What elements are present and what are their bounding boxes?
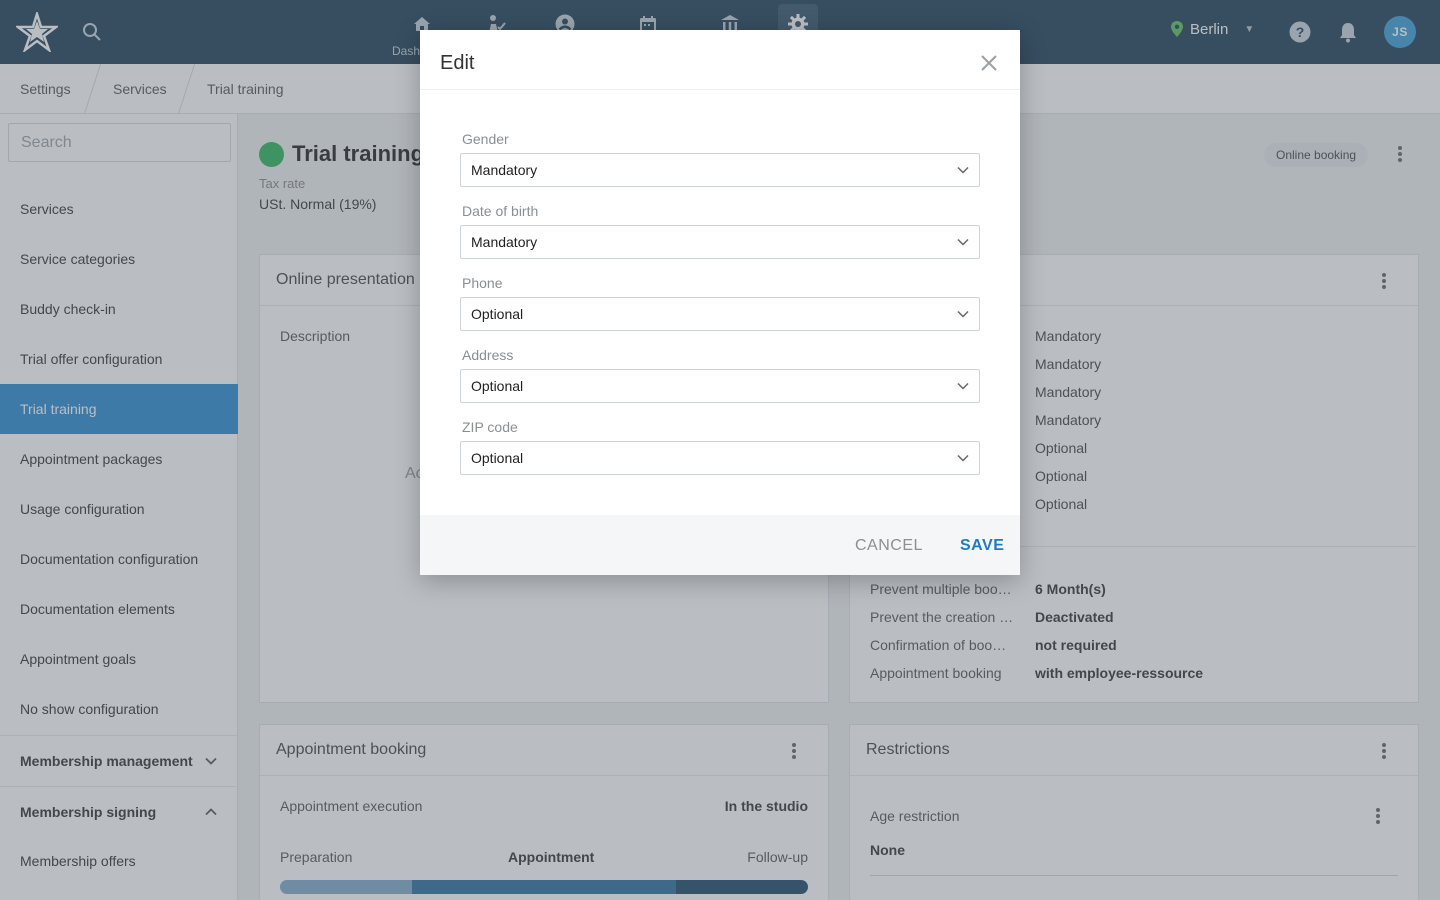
address-select-value: Optional — [471, 378, 524, 394]
save-button[interactable]: SAVE — [960, 537, 1004, 555]
chevron-down-icon — [957, 238, 969, 246]
zip-code-select-value: Optional — [471, 450, 524, 466]
date-of-birth-label: Date of birth — [462, 203, 539, 219]
address-label: Address — [462, 347, 514, 363]
cancel-button[interactable]: CANCEL — [855, 537, 923, 555]
chevron-down-icon — [957, 454, 969, 462]
chevron-down-icon — [957, 310, 969, 318]
dialog-title: Edit — [440, 52, 475, 74]
gender-label: Gender — [462, 131, 509, 147]
phone-select-value: Optional — [471, 306, 524, 322]
gender-select[interactable]: Mandatory — [460, 153, 980, 187]
dialog-footer: CANCEL SAVE — [420, 515, 1020, 575]
chevron-down-icon — [957, 382, 969, 390]
zip-code-label: ZIP code — [462, 419, 518, 435]
edit-dialog: Edit Gender Mandatory Date of birth Mand… — [420, 30, 1020, 575]
close-icon[interactable] — [978, 52, 1000, 74]
gender-select-value: Mandatory — [471, 162, 538, 178]
phone-select[interactable]: Optional — [460, 297, 980, 331]
date-of-birth-select[interactable]: Mandatory — [460, 225, 980, 259]
dialog-header-divider — [420, 89, 1020, 90]
date-of-birth-select-value: Mandatory — [471, 234, 538, 250]
phone-label: Phone — [462, 275, 503, 291]
chevron-down-icon — [957, 166, 969, 174]
address-select[interactable]: Optional — [460, 369, 980, 403]
zip-code-select[interactable]: Optional — [460, 441, 980, 475]
